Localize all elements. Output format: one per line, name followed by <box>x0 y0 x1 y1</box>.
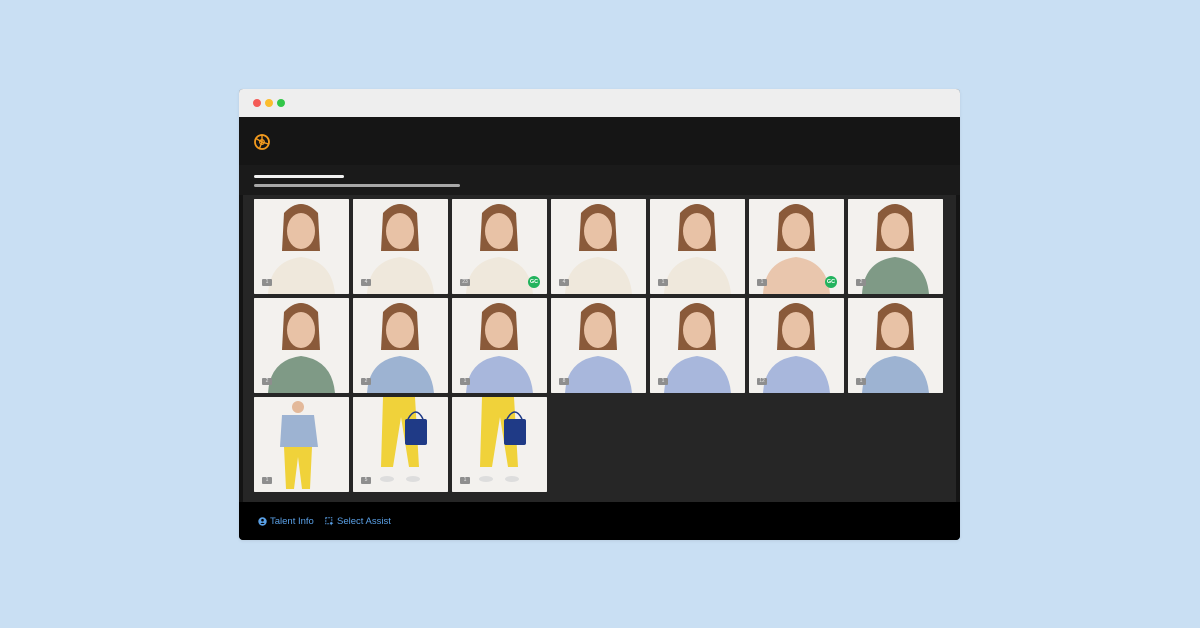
comment-count-icon[interactable]: 2 <box>262 378 272 385</box>
person-info-icon <box>258 516 267 526</box>
gallery-subtitle-placeholder <box>254 184 460 187</box>
gallery-title-placeholder <box>254 175 344 178</box>
photo-thumbnail[interactable]: 1 <box>452 397 547 492</box>
comment-count-icon[interactable]: 8 <box>559 378 569 385</box>
select-assist-label: Select Assist <box>337 515 391 527</box>
photo-thumbnail[interactable]: 1 <box>650 199 745 294</box>
user-avatar-badge: GC <box>825 276 837 288</box>
comment-count-icon[interactable]: 1 <box>658 378 668 385</box>
photo-thumbnail[interactable]: 12 <box>749 298 844 393</box>
comment-count-icon[interactable]: 5 <box>361 477 371 484</box>
comment-count-icon[interactable]: 4 <box>361 279 371 286</box>
footer-toolbar: Talent Info Select Assist <box>239 502 960 540</box>
comment-count-icon[interactable]: 1 <box>658 279 668 286</box>
select-assist-icon <box>325 516 334 526</box>
thumbnail-grid: 1 4 23 GC 4 1 1 GC 2 2 2 1 8 1 12 1 1 5 1 <box>243 195 956 502</box>
close-window-button[interactable] <box>253 99 261 107</box>
photo-thumbnail[interactable]: 1 <box>848 298 943 393</box>
comment-count-icon[interactable]: 1 <box>262 279 272 286</box>
talent-info-button[interactable]: Talent Info <box>258 514 314 528</box>
photo-thumbnail[interactable]: 2 <box>353 298 448 393</box>
gallery-title-area <box>239 165 960 195</box>
photo-thumbnail[interactable]: 1 <box>254 199 349 294</box>
photo-thumbnail[interactable]: 2 <box>254 298 349 393</box>
comment-count-icon[interactable]: 1 <box>757 279 767 286</box>
maximize-window-button[interactable] <box>277 99 285 107</box>
photo-thumbnail[interactable]: 5 <box>353 397 448 492</box>
photo-thumbnail[interactable]: 23 GC <box>452 199 547 294</box>
photo-thumbnail[interactable]: 8 <box>551 298 646 393</box>
comment-count-icon[interactable]: 1 <box>856 378 866 385</box>
select-assist-button[interactable]: Select Assist <box>325 514 391 528</box>
comment-count-icon[interactable]: 1 <box>262 477 272 484</box>
photo-thumbnail[interactable]: 1 GC <box>749 199 844 294</box>
talent-info-label: Talent Info <box>270 515 314 527</box>
app-window: 1 4 23 GC 4 1 1 GC 2 2 2 1 8 1 12 1 1 5 1 Talent Info Sele… <box>239 89 960 540</box>
comment-count-icon[interactable]: 1 <box>460 477 470 484</box>
photo-thumbnail[interactable]: 1 <box>452 298 547 393</box>
photo-thumbnail[interactable]: 1 <box>650 298 745 393</box>
comment-count-icon[interactable]: 1 <box>460 378 470 385</box>
photo-thumbnail[interactable]: 1 <box>254 397 349 492</box>
photo-thumbnail[interactable]: 4 <box>551 199 646 294</box>
app-header <box>239 117 960 165</box>
photo-thumbnail[interactable]: 4 <box>353 199 448 294</box>
comment-count-icon[interactable]: 2 <box>361 378 371 385</box>
comment-count-icon[interactable]: 2 <box>856 279 866 286</box>
browser-titlebar <box>239 89 960 117</box>
comment-count-icon[interactable]: 23 <box>460 279 470 286</box>
user-avatar-badge: GC <box>528 276 540 288</box>
aperture-logo-icon[interactable] <box>253 133 271 151</box>
photo-thumbnail[interactable]: 2 <box>848 199 943 294</box>
comment-count-icon[interactable]: 12 <box>757 378 767 385</box>
comment-count-icon[interactable]: 4 <box>559 279 569 286</box>
minimize-window-button[interactable] <box>265 99 273 107</box>
